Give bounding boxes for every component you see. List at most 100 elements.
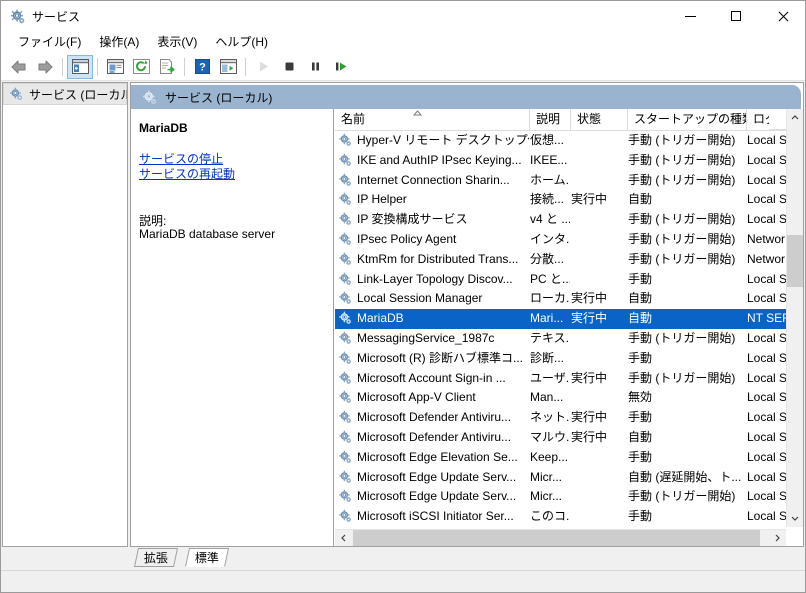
cell-description: 接続... bbox=[530, 192, 565, 207]
back-arrow-icon bbox=[10, 60, 28, 74]
toolbar-restart-service[interactable] bbox=[328, 55, 354, 79]
cell-status bbox=[571, 131, 627, 151]
cell-service-name: Microsoft Account Sign-in ... bbox=[357, 370, 506, 385]
refresh-icon bbox=[132, 59, 150, 74]
toolbar-forward[interactable] bbox=[32, 55, 58, 79]
cell-service-name: Hyper-V リモート デスクトップ仮... bbox=[357, 133, 529, 147]
close-icon bbox=[777, 11, 788, 22]
tab-standard[interactable]: 標準 bbox=[184, 548, 230, 567]
cell-description: 分散... bbox=[530, 251, 565, 266]
cell-logon-as: NT SER bbox=[747, 311, 786, 326]
table-row[interactable]: MariaDB Mari... 実行中 自動 NT SER bbox=[335, 309, 786, 329]
table-row[interactable]: Microsoft iSCSI Initiator Ser... このコ... 手動… bbox=[335, 507, 786, 527]
service-gear-icon bbox=[338, 371, 354, 387]
cell-startup-type: 手動 bbox=[628, 509, 653, 524]
svg-text:?: ? bbox=[199, 62, 206, 74]
scroll-left-button[interactable] bbox=[335, 530, 352, 546]
toolbar-pause-service[interactable] bbox=[302, 55, 328, 79]
cell-description: インタ... bbox=[530, 231, 570, 246]
cell-service-name: IP 変換構成サービス bbox=[357, 212, 468, 227]
table-row[interactable]: Internet Connection Sharin... ホーム... 手動 (ト… bbox=[335, 171, 786, 191]
toolbar-export-list[interactable] bbox=[154, 55, 180, 79]
services-window: サービス ファイル(F) 操作(A) 表示(V) ヘルプ(H) ? サービス (… bbox=[0, 0, 806, 593]
toolbar-help[interactable]: ? bbox=[189, 55, 215, 79]
chevron-down-icon bbox=[791, 516, 799, 521]
table-row[interactable]: Microsoft App-V Client Man... 無効 Local S bbox=[335, 388, 786, 408]
sidebar-item-services-local[interactable]: サービス (ローカル) bbox=[3, 83, 127, 105]
table-row[interactable]: IP Helper 接続... 実行中 自動 Local S bbox=[335, 190, 786, 210]
column-name[interactable]: 名前 bbox=[335, 109, 530, 130]
column-startup-type[interactable]: スタートアップの種類 bbox=[628, 109, 747, 130]
toolbar-refresh[interactable] bbox=[128, 55, 154, 79]
cell-status bbox=[571, 349, 627, 369]
column-description[interactable]: 説明 bbox=[530, 109, 571, 130]
column-status[interactable]: 状態 bbox=[571, 109, 628, 130]
table-row[interactable]: Microsoft Defender Antiviru... マルウ...実行中 自… bbox=[335, 428, 786, 448]
table-row[interactable]: Microsoft Account Sign-in ... ユーザ...実行中 手動… bbox=[335, 369, 786, 389]
cell-logon-as: Local S bbox=[747, 507, 786, 527]
scroll-down-button[interactable] bbox=[787, 510, 803, 527]
tab-extended[interactable]: 拡張 bbox=[133, 548, 179, 567]
maximize-button[interactable] bbox=[713, 1, 759, 31]
service-gear-icon bbox=[338, 331, 354, 347]
cell-service-name: Microsoft iSCSI Initiator Ser... bbox=[357, 509, 514, 524]
horizontal-scrollbar-thumb[interactable] bbox=[353, 530, 760, 546]
menu-action[interactable]: 操作(A) bbox=[90, 31, 148, 53]
cell-logon-as: Networ bbox=[747, 251, 786, 266]
toolbar-stop-service[interactable] bbox=[276, 55, 302, 79]
cell-service-name: MessagingService_1987c bbox=[357, 330, 495, 345]
toolbar-start-service[interactable] bbox=[250, 55, 276, 79]
chevron-left-icon bbox=[341, 534, 346, 542]
view-tabs: 拡張 標準 bbox=[130, 548, 804, 568]
toolbar-separator bbox=[184, 57, 185, 76]
chevron-right-icon bbox=[775, 534, 780, 542]
menu-file[interactable]: ファイル(F) bbox=[9, 31, 90, 53]
scroll-right-button[interactable] bbox=[769, 530, 786, 546]
toolbar-properties[interactable] bbox=[102, 55, 128, 79]
cell-logon-as: Local S bbox=[747, 330, 786, 345]
forward-arrow-icon bbox=[36, 60, 54, 74]
scroll-up-button[interactable] bbox=[787, 109, 803, 126]
minimize-button[interactable] bbox=[667, 1, 713, 31]
table-row[interactable]: MessagingService_1987c テキス... 手動 (トリガー開始) L… bbox=[335, 329, 786, 349]
horizontal-scrollbar[interactable] bbox=[335, 529, 786, 546]
service-gear-icon bbox=[338, 173, 354, 189]
cell-logon-as: Local S bbox=[747, 429, 786, 444]
toolbar-console-view[interactable] bbox=[215, 55, 241, 79]
restart-service-link[interactable]: サービスの再起動 bbox=[139, 165, 235, 182]
table-row[interactable]: Microsoft Edge Update Serv... Micr... 自動 (… bbox=[335, 468, 786, 488]
vertical-scrollbar-thumb[interactable] bbox=[787, 235, 803, 287]
chevron-up-icon bbox=[791, 115, 799, 120]
table-row[interactable]: Microsoft Edge Elevation Se... Keep... 手動 L… bbox=[335, 448, 786, 468]
table-row[interactable]: Local Session Manager ローカ...実行中 自動 Local S bbox=[335, 289, 786, 309]
table-row[interactable]: Microsoft Defender Antiviru... ネット...実行中 手… bbox=[335, 408, 786, 428]
table-row[interactable]: Hyper-V リモート デスクトップ仮...仮想... 手動 (トリガー開始) L… bbox=[335, 131, 786, 151]
toolbar-back[interactable] bbox=[6, 55, 32, 79]
close-button[interactable] bbox=[759, 1, 805, 31]
menu-view[interactable]: 表示(V) bbox=[148, 31, 206, 53]
cell-startup-type: 手動 (トリガー開始) bbox=[628, 231, 736, 246]
cell-service-name: Microsoft Defender Antiviru... bbox=[357, 410, 512, 425]
vertical-scrollbar[interactable] bbox=[786, 109, 803, 527]
cell-startup-type: 無効 bbox=[628, 390, 653, 405]
cell-service-name: Microsoft App-V Client bbox=[357, 390, 476, 405]
cell-startup-type: 手動 bbox=[628, 350, 653, 365]
table-row[interactable]: IKE and AuthIP IPsec Keying... IKEE... 手動 … bbox=[335, 151, 786, 171]
service-gear-icon bbox=[338, 232, 354, 248]
cell-startup-type: 自動 bbox=[628, 291, 653, 306]
cell-logon-as: Local S bbox=[747, 489, 786, 504]
play-icon bbox=[257, 60, 270, 73]
table-row[interactable]: IP 変換構成サービス v4 と ... 手動 (トリガー開始) Local S bbox=[335, 210, 786, 230]
results-pane: サービス (ローカル) MariaDB サービスの停止 サービスの再起動 説明:… bbox=[130, 82, 804, 547]
menu-help[interactable]: ヘルプ(H) bbox=[206, 31, 277, 53]
table-row[interactable]: Microsoft (R) 診断ハブ標準コ... 診断... 手動 Local S bbox=[335, 349, 786, 369]
cell-service-name: IP Helper bbox=[357, 192, 407, 207]
toolbar-show-tree[interactable] bbox=[67, 54, 93, 79]
toolbar: ? bbox=[1, 53, 805, 81]
table-row[interactable]: Link-Layer Topology Discov... PC と... 手動 Lo… bbox=[335, 270, 786, 290]
service-detail-pane: MariaDB サービスの停止 サービスの再起動 説明: MariaDB dat… bbox=[131, 109, 334, 546]
table-row[interactable]: IPsec Policy Agent インタ... 手動 (トリガー開始) Netwo… bbox=[335, 230, 786, 250]
table-row[interactable]: Microsoft Edge Update Serv... Micr... 手動 (… bbox=[335, 487, 786, 507]
cell-description: 仮想... bbox=[530, 133, 565, 147]
table-row[interactable]: KtmRm for Distributed Trans... 分散... 手動 (ト… bbox=[335, 250, 786, 270]
